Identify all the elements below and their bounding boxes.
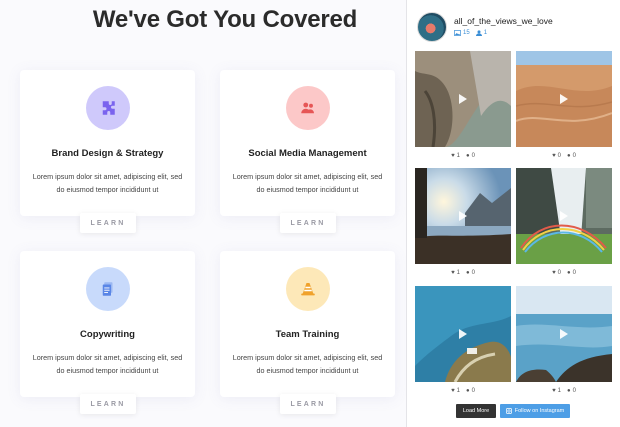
image-icon xyxy=(454,30,461,36)
service-title: Social Media Management xyxy=(248,148,367,159)
learn-button-copywriting[interactable]: LEARN xyxy=(80,394,136,414)
heart-icon: ♥ xyxy=(451,270,455,276)
follow-label: Follow on Instagram xyxy=(514,408,565,414)
user-icon xyxy=(475,30,482,36)
play-icon xyxy=(459,211,467,221)
heart-icon: ♥ xyxy=(451,153,455,159)
service-description: Lorem ipsum dolor sit amet, adipiscing e… xyxy=(32,353,183,375)
comments-count: 0 xyxy=(572,153,576,159)
service-title: Team Training xyxy=(275,329,340,340)
comment-icon: ● xyxy=(465,270,470,276)
heart-icon: ♥ xyxy=(552,388,556,394)
avatar[interactable] xyxy=(417,12,447,42)
heart-icon: ♥ xyxy=(451,388,455,394)
comment-icon: ● xyxy=(566,153,571,159)
followers-stat: 1 xyxy=(475,30,488,36)
instagram-photo[interactable] xyxy=(415,286,511,382)
likes-count: 1 xyxy=(557,388,561,394)
learn-button-social[interactable]: LEARN xyxy=(280,213,336,233)
learn-button-brand[interactable]: LEARN xyxy=(80,213,136,233)
play-icon xyxy=(459,94,467,104)
play-icon xyxy=(459,329,467,339)
documents-icon xyxy=(86,267,130,311)
instagram-photo[interactable] xyxy=(516,286,612,382)
instagram-photo[interactable] xyxy=(415,168,511,264)
photo-meta: ♥ 1 ● 0 xyxy=(415,270,511,276)
page-title: We've Got You Covered xyxy=(92,6,358,33)
comment-icon: ● xyxy=(566,270,571,276)
likes-count: 0 xyxy=(557,153,561,159)
follow-instagram-button[interactable]: Follow on Instagram xyxy=(500,404,570,418)
service-title: Brand Design & Strategy xyxy=(51,148,164,159)
photo-meta: ♥ 1 ● 0 xyxy=(415,388,511,394)
likes-count: 1 xyxy=(456,153,460,159)
heart-icon: ♥ xyxy=(552,153,556,159)
instagram-photo[interactable] xyxy=(516,51,612,147)
posts-stat: 15 xyxy=(454,30,470,36)
service-card-brand: Brand Design & Strategy Lorem ipsum dolo… xyxy=(20,70,195,216)
service-card-copywriting: Copywriting Lorem ipsum dolor sit amet, … xyxy=(20,251,195,397)
instagram-icon xyxy=(505,408,512,414)
heart-icon: ♥ xyxy=(552,270,556,276)
service-description: Lorem ipsum dolor sit amet, adipiscing e… xyxy=(232,172,383,194)
users-icon xyxy=(286,86,330,130)
play-icon xyxy=(560,329,568,339)
learn-button-training[interactable]: LEARN xyxy=(280,394,336,414)
comment-icon: ● xyxy=(465,388,470,394)
service-card-training: Team Training Lorem ipsum dolor sit amet… xyxy=(220,251,395,397)
puzzle-icon xyxy=(86,86,130,130)
service-description: Lorem ipsum dolor sit amet, adipiscing e… xyxy=(232,353,383,375)
likes-count: 0 xyxy=(557,270,561,276)
followers-count: 1 xyxy=(483,30,488,36)
photo-meta: ♥ 1 ● 0 xyxy=(415,153,511,159)
instagram-username[interactable]: all_of_the_views_we_love xyxy=(454,16,553,26)
posts-count: 15 xyxy=(463,30,470,36)
play-icon xyxy=(560,94,568,104)
comments-count: 0 xyxy=(572,270,576,276)
photo-meta: ♥ 0 ● 0 xyxy=(516,270,612,276)
comment-icon: ● xyxy=(465,153,470,159)
photo-meta: ♥ 0 ● 0 xyxy=(516,153,612,159)
comments-count: 0 xyxy=(471,270,475,276)
comments-count: 0 xyxy=(471,388,475,394)
play-icon xyxy=(560,211,568,221)
photo-meta: ♥ 1 ● 0 xyxy=(516,388,612,394)
service-description: Lorem ipsum dolor sit amet, adipiscing e… xyxy=(32,172,183,194)
instagram-feed: all_of_the_views_we_love 15 1 ♥ 1 ● 0 ♥ … xyxy=(407,0,620,427)
comment-icon: ● xyxy=(566,388,571,394)
comments-count: 0 xyxy=(572,388,576,394)
services-section: We've Got You Covered Brand Design & Str… xyxy=(0,0,406,427)
likes-count: 1 xyxy=(456,270,460,276)
service-card-social: Social Media Management Lorem ipsum dolo… xyxy=(220,70,395,216)
cone-icon xyxy=(286,267,330,311)
instagram-photo[interactable] xyxy=(415,51,511,147)
comments-count: 0 xyxy=(471,153,475,159)
service-title: Copywriting xyxy=(80,329,135,340)
likes-count: 1 xyxy=(456,388,460,394)
load-more-button[interactable]: Load More xyxy=(456,404,496,418)
instagram-photo[interactable] xyxy=(516,168,612,264)
profile-stats: 15 1 xyxy=(454,30,487,36)
